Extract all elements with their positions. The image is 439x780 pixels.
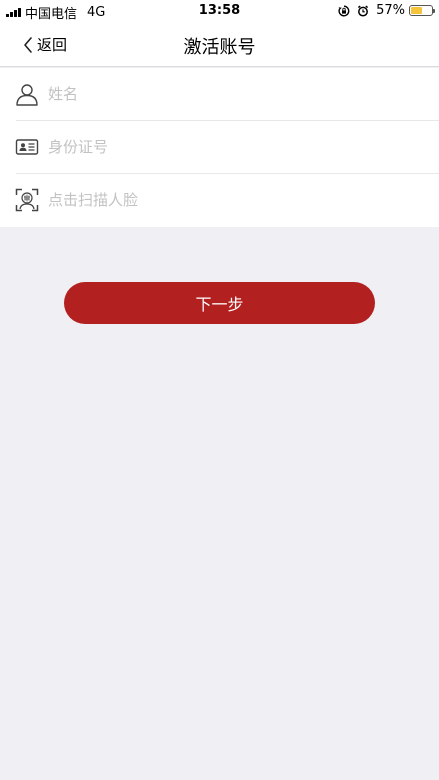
back-label: 返回: [37, 36, 68, 54]
battery-fill: [411, 7, 423, 14]
battery-percent: 57%: [376, 3, 405, 18]
next-step-button[interactable]: 下一步: [64, 282, 375, 324]
nav-bar: 返回 激活账号: [0, 22, 439, 67]
face-scan-input[interactable]: [48, 186, 418, 214]
user-icon: [16, 84, 38, 106]
activation-form: [0, 68, 439, 227]
name-row: [0, 68, 439, 121]
face-scan-icon: [15, 188, 39, 212]
back-button[interactable]: 返回: [22, 34, 67, 55]
id-row: [0, 121, 439, 174]
status-bar: 中国电信 4G 13:58 57%: [0, 0, 439, 22]
battery-icon: [409, 5, 435, 16]
orientation-lock-icon: [338, 5, 350, 16]
chevron-left-icon: [24, 36, 32, 53]
name-input[interactable]: [48, 80, 418, 108]
face-scan-row[interactable]: [0, 174, 439, 227]
id-number-input[interactable]: [48, 133, 418, 161]
status-right: 57%: [338, 3, 435, 18]
id-card-icon: [15, 139, 39, 155]
alarm-icon: [357, 4, 369, 17]
